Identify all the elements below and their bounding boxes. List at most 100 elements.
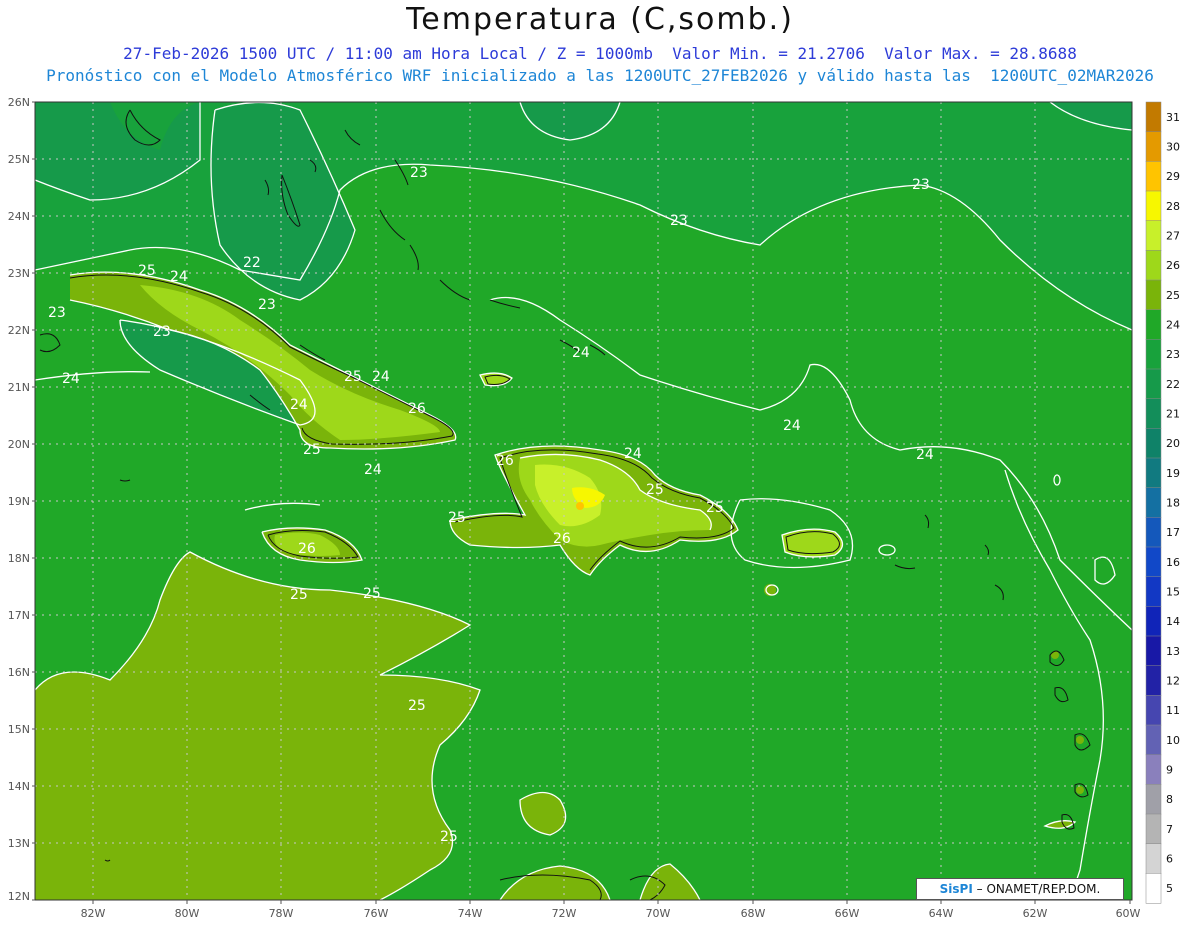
lat-label: 19N: [8, 495, 30, 508]
colorbar-swatch: [1145, 546, 1162, 578]
colorbar-label: 25: [1166, 289, 1180, 302]
colorbar-legend: 31 30 29 28 27 26 25 24 23 22 21 20 19 18 17 16 15 14 13 12…: [1145, 101, 1180, 904]
contour-label: 24: [916, 447, 934, 463]
lon-label: 60W: [1116, 907, 1141, 920]
colorbar-swatch: [1145, 843, 1162, 874]
colorbar-label: 19: [1166, 467, 1180, 480]
contour-label: 25: [303, 442, 321, 458]
colorbar-swatch: [1145, 665, 1162, 696]
colorbar-swatch: [1145, 428, 1162, 459]
colorbar-label: 30: [1166, 141, 1180, 154]
colorbar-label: 27: [1166, 230, 1180, 243]
contour-label: 23: [912, 177, 930, 193]
contour-label: 25: [646, 482, 664, 498]
colorbar-swatch: [1145, 101, 1162, 133]
colorbar-label: 8: [1166, 793, 1173, 806]
contour-label: 25: [290, 587, 308, 603]
colorbar-label: 20: [1166, 437, 1180, 450]
sispi-logo: SisPI: [939, 882, 973, 896]
colorbar-label: 9: [1166, 764, 1173, 777]
lon-label: 82W: [81, 907, 106, 920]
colorbar-label: 12: [1166, 675, 1180, 688]
colorbar-label: 21: [1166, 408, 1180, 421]
colorbar-swatch: [1145, 635, 1162, 667]
colorbar-label: 15: [1166, 586, 1180, 599]
colorbar-label: 13: [1166, 645, 1180, 658]
colorbar-swatch: [1145, 131, 1162, 162]
lat-label: 25N: [8, 153, 30, 166]
lat-label: 18N: [8, 552, 30, 565]
contour-label: 24: [290, 397, 308, 413]
contour-label: 23: [410, 165, 428, 181]
colorbar-label: 7: [1166, 823, 1173, 836]
lon-label: 64W: [929, 907, 954, 920]
lon-label: 70W: [646, 907, 671, 920]
temperature-map: 23 23 23 22 25 24 23 23 23 24 24 25 24 2…: [8, 96, 1180, 920]
colorbar-swatch: [1145, 368, 1162, 400]
contour-label: 23: [48, 305, 66, 321]
lon-label: 78W: [269, 907, 294, 920]
colorbar-swatch: [1145, 576, 1162, 607]
lat-label: 26N: [8, 96, 30, 109]
colorbar-swatch: [1145, 606, 1162, 637]
colorbar-swatch: [1145, 695, 1162, 726]
colorbar-swatch: [1145, 784, 1162, 815]
lat-label: 16N: [8, 666, 30, 679]
contour-label: 22: [243, 255, 261, 271]
colorbar-swatch: [1145, 457, 1162, 489]
lat-label: 13N: [8, 837, 30, 850]
contour-label: 25: [448, 510, 466, 526]
contour-label: 25: [440, 829, 458, 845]
contour-label: 24: [372, 369, 390, 385]
colorbar-label: 29: [1166, 170, 1180, 183]
contour-label: 25: [344, 369, 362, 385]
lat-label: 12N: [8, 890, 30, 903]
colorbar-swatch: [1145, 398, 1162, 429]
colorbar-label: 31: [1166, 111, 1180, 124]
colorbar-label: 5: [1166, 882, 1173, 895]
contour-label: 23: [670, 213, 688, 229]
contour-label: 24: [783, 418, 801, 434]
colorbar-label: 26: [1166, 259, 1180, 272]
map-fill-layer: [35, 102, 1132, 900]
colorbar-swatch: [1145, 339, 1162, 370]
colorbar-label: 22: [1166, 378, 1180, 391]
credit-box: SisPI – ONAMET/REP.DOM.: [916, 878, 1124, 900]
contour-label: 25: [706, 500, 724, 516]
colorbar-swatch: [1145, 873, 1162, 904]
contour-label: 26: [553, 531, 571, 547]
lat-label: 20N: [8, 438, 30, 451]
lat-label: 22N: [8, 324, 30, 337]
lat-label: 17N: [8, 609, 30, 622]
contour-label: 24: [364, 462, 382, 478]
longitude-axis: 82W 80W 78W 76W 74W 72W 70W 68W 66W 64W …: [81, 907, 1141, 920]
colorbar-swatch: [1145, 517, 1162, 548]
colorbar-swatch: [1145, 487, 1162, 518]
lon-label: 68W: [741, 907, 766, 920]
lat-label: 21N: [8, 381, 30, 394]
colorbar-label: 28: [1166, 200, 1180, 213]
contour-label: 24: [572, 345, 590, 361]
colorbar-swatch: [1145, 220, 1162, 251]
contour-label: 25: [408, 698, 426, 714]
colorbar-swatch: [1145, 309, 1162, 340]
latitude-axis: 26N 25N 24N 23N 22N 21N 20N 19N 18N 17N …: [8, 96, 30, 903]
colorbar-label: 16: [1166, 556, 1180, 569]
colorbar-swatch: [1145, 813, 1162, 845]
lat-label: 23N: [8, 267, 30, 280]
lat-label: 15N: [8, 723, 30, 736]
lon-label: 74W: [458, 907, 483, 920]
colorbar-label: 23: [1166, 348, 1180, 361]
colorbar-swatch: [1145, 724, 1162, 756]
colorbar-swatch: [1145, 250, 1162, 281]
lat-label: 14N: [8, 780, 30, 793]
colorbar-label: 11: [1166, 704, 1180, 717]
colorbar-label: 6: [1166, 853, 1173, 866]
contour-label: 25: [363, 586, 381, 602]
contour-label: 24: [62, 371, 80, 387]
contour-label: 26: [496, 453, 514, 469]
colorbar-label: 14: [1166, 615, 1180, 628]
colorbar-swatch: [1145, 161, 1162, 192]
contour-label: 26: [298, 541, 316, 557]
colorbar-swatch: [1145, 279, 1162, 311]
